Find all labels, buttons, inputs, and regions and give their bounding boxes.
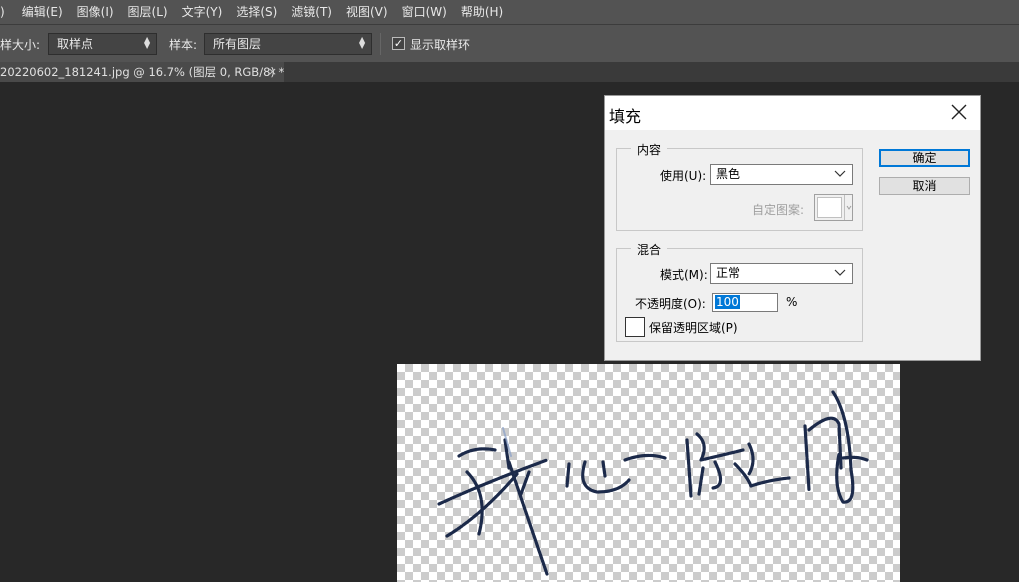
document-canvas[interactable] [397,364,900,582]
options-divider [380,33,381,55]
show-ring-label: 显示取样环 [410,38,471,52]
menu-bar: ) 编辑(E) 图像(I) 图层(L) 文字(Y) 选择(S) 滤镜(T) 视图… [0,0,1019,24]
chevron-down-icon [834,170,846,177]
menu-item-view[interactable]: 视图(V) [339,0,395,24]
opacity-value: 100 [715,295,740,309]
sample-size-select[interactable]: 取样点 ▲ ▼ [48,33,157,55]
sample-size-label: 样大小: [0,38,41,52]
preserve-transparency-label: 保留透明区域(P) [649,321,738,335]
custom-pattern-picker[interactable] [814,194,853,221]
use-label: 使用(U): [660,169,707,183]
document-tab[interactable]: 20220602_181241.jpg @ 16.7% (图层 0, RGB/8… [0,62,284,82]
opacity-label: 不透明度(O): [635,297,706,311]
sample-label: 样本: [169,38,198,52]
signature-artwork [437,390,869,576]
updown-arrow-icon: ▲ ▼ [144,35,151,50]
mode-select[interactable]: 正常 [710,263,853,284]
close-icon[interactable] [946,101,972,125]
menu-item-layer[interactable]: 图层(L) [121,0,175,24]
menu-item-image[interactable]: 图像(I) [70,0,121,24]
opacity-input[interactable]: 100 [712,293,778,312]
options-bar: 样大小: 取样点 ▲ ▼ 样本: 所有图层 ▲ ▼ ✓ 显示取样环 [0,24,1019,62]
menu-item-partial[interactable]: ) [0,0,15,24]
sample-select[interactable]: 所有图层 ▲ ▼ [204,33,372,55]
use-select[interactable]: 黑色 [710,164,853,185]
dialog-titlebar: 填充 [605,96,980,130]
document-tab-title: 20220602_181241.jpg @ 16.7% (图层 0, RGB/8… [0,65,284,79]
preserve-transparency-checkbox[interactable] [625,317,645,337]
custom-pattern-label: 自定图案: [752,203,805,217]
cancel-button[interactable]: 取消 [879,177,970,195]
chevron-down-icon [844,195,852,220]
menu-item-type[interactable]: 文字(Y) [175,0,230,24]
menu-item-filter[interactable]: 滤镜(T) [284,0,339,24]
updown-arrow-icon: ▲ ▼ [359,35,366,50]
fill-dialog: 填充 内容 使用(U): 黑色 自定图案: 混合 模式(M): 正常 不透明度(… [604,95,981,361]
menu-item-edit[interactable]: 编辑(E) [15,0,70,24]
mode-value: 正常 [716,266,741,280]
show-ring-checkbox[interactable]: ✓ [392,37,405,50]
mode-label: 模式(M): [660,268,708,282]
close-tab-icon[interactable]: × [268,62,277,82]
document-tab-bar: 20220602_181241.jpg @ 16.7% (图层 0, RGB/8… [0,62,1019,82]
ok-button[interactable]: 确定 [879,149,970,167]
use-value: 黑色 [716,167,741,181]
dialog-title: 填充 [609,107,642,126]
sample-size-value: 取样点 [57,37,94,51]
menu-item-help[interactable]: 帮助(H) [454,0,510,24]
menu-item-select[interactable]: 选择(S) [229,0,284,24]
menu-item-window[interactable]: 窗口(W) [395,0,454,24]
chevron-down-icon [834,269,846,276]
pattern-swatch [817,197,842,218]
opacity-unit: % [786,295,798,309]
blend-group-label: 混合 [631,241,668,258]
sample-value: 所有图层 [213,37,262,51]
content-group-label: 内容 [631,141,668,158]
